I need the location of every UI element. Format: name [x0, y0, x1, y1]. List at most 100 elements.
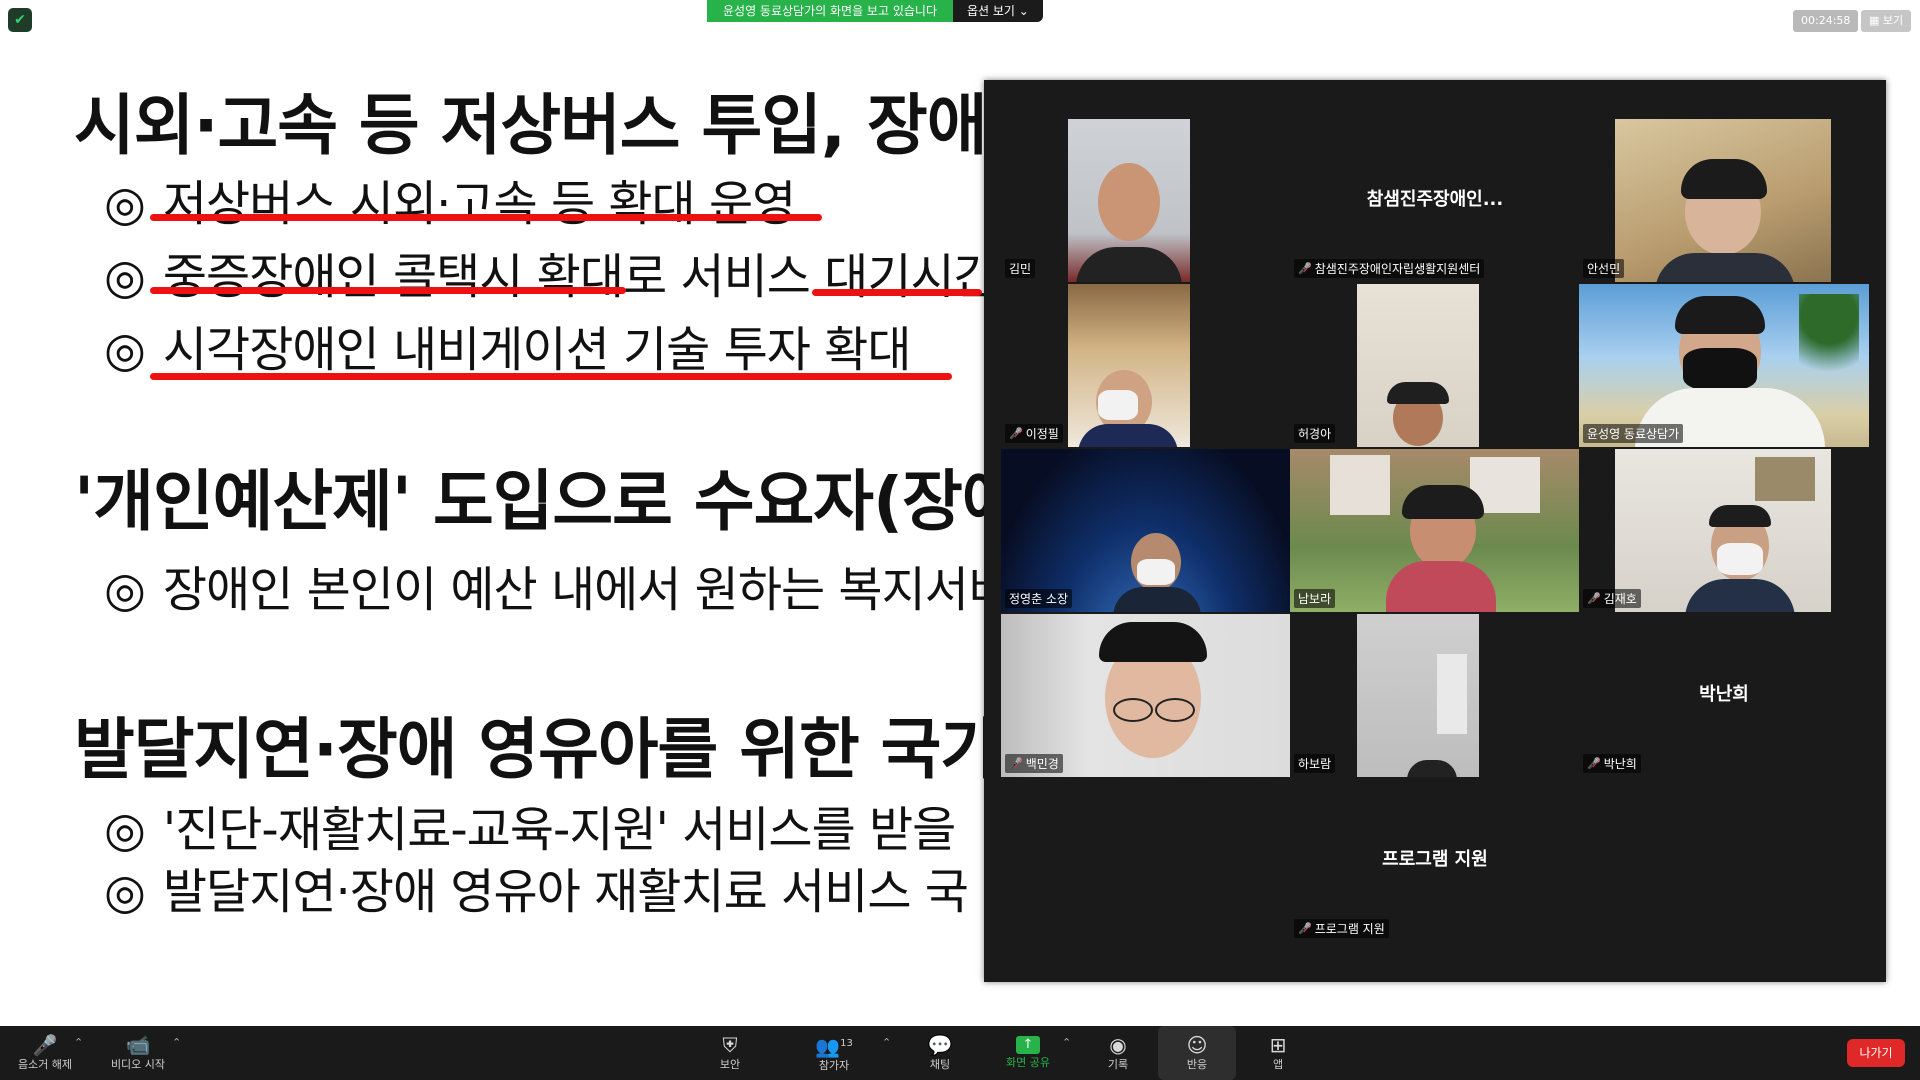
participant-tile[interactable]: 윤성영 동료상담가 [1579, 284, 1869, 447]
muted-mic-icon: 🎤 [32, 1033, 58, 1057]
participant-video [1357, 284, 1479, 447]
participant-tile[interactable]: 🎤̸ 백민경 [1001, 614, 1291, 777]
bullet-text: '진단-재활치료-교육-지원' 서비스를 받을 [162, 802, 956, 858]
muted-mic-icon: 🎤̸ [1298, 262, 1312, 275]
record-icon: ◉ [1109, 1033, 1127, 1057]
slide-bullet: ◎ 발달지연·장애 영유아 재활치료 서비스 국 [104, 852, 969, 922]
participant-video [1290, 449, 1580, 612]
participant-nameplate: 🎤̸ 프로그램 지원 [1294, 919, 1389, 938]
muted-mic-icon: 🎤̸ [1298, 922, 1312, 935]
slide-bullet: ◎ 시각장애인 내비게이션 기술 투자 확대 [104, 310, 912, 380]
unmute-label: 음소거 해제 [17, 1058, 73, 1071]
participant-tile[interactable]: 프로그램 지원 🎤̸ 프로그램 지원 [1290, 779, 1580, 942]
face-mask [1717, 543, 1763, 575]
unmute-button[interactable]: 🎤 음소거 해제 [8, 1026, 82, 1080]
participant-tile-active-speaker[interactable]: 남보라 [1290, 449, 1580, 612]
participant-nameplate: 하보람 [1294, 754, 1336, 773]
red-underline [150, 373, 952, 380]
view-options-button[interactable]: 옵션 보기 ⌄ [952, 0, 1043, 22]
meeting-toolbar: 🎤 음소거 해제 ⌃ 📹 비디오 시작 ⌃ ⛨ 보안 👥13 참가자 ⌃ 💬 채… [0, 1026, 1920, 1080]
bullet-text: 발달지연·장애 영유아 재활치료 서비스 국 [162, 864, 969, 920]
bullet-text: 중증장애인 콜택시 확대로 서비스 대기시간 [162, 249, 998, 305]
slide-heading-3: 발달지연·장애 영유아를 위한 국가 [74, 711, 1001, 788]
participants-chevron-icon[interactable]: ⌃ [882, 1036, 891, 1049]
security-label: 보안 [719, 1058, 741, 1071]
muted-mic-icon: 🎤̸ [1009, 757, 1023, 770]
participant-video [1357, 614, 1479, 777]
red-underline [812, 289, 982, 296]
muted-mic-icon: 🎤̸ [1587, 592, 1601, 605]
bullet-text: 장애인 본인이 예산 내에서 원하는 복지서비 [162, 562, 1012, 618]
red-underline [150, 287, 626, 294]
view-button[interactable]: ▦ 보기 [1861, 10, 1912, 32]
share-screen-button[interactable]: ↑ 화면 공유 [996, 1026, 1060, 1080]
participant-video [1615, 449, 1831, 612]
participant-tile[interactable]: 정영춘 소장 [1001, 449, 1291, 612]
bullet-marker: ◎ [104, 864, 146, 920]
participants-icon: 👥13 [815, 1034, 853, 1059]
bullet-marker: ◎ [104, 322, 146, 378]
audio-options-chevron-icon[interactable]: ⌃ [74, 1036, 83, 1049]
apps-icon: ⊞ [1269, 1033, 1287, 1057]
face-mask [1137, 559, 1175, 585]
bullet-marker: ◎ [104, 176, 146, 232]
participant-display-name: 참샘진주장애인... [1366, 189, 1504, 210]
bullet-marker: ◎ [104, 562, 146, 618]
participant-nameplate: 정영춘 소장 [1005, 589, 1073, 608]
participants-count: 13 [840, 1037, 853, 1049]
participant-nameplate: 김민 [1005, 259, 1036, 278]
chat-button[interactable]: 💬 채팅 [916, 1026, 964, 1080]
participant-video [1068, 119, 1190, 282]
encryption-shield-icon[interactable]: ✔ [8, 8, 32, 32]
start-video-label: 비디오 시작 [110, 1058, 166, 1071]
apps-label: 앱 [1272, 1058, 1284, 1071]
record-label: 기록 [1107, 1058, 1129, 1071]
start-video-button[interactable]: 📹 비디오 시작 [100, 1026, 176, 1080]
participant-tile[interactable]: 하보람 [1290, 614, 1580, 777]
slide-heading-2: '개인예산제' 도입으로 수요자(장애 [74, 463, 1023, 540]
share-banner-text: 윤성영 동료상담가의 화면을 보고 있습니다 [707, 0, 953, 22]
apps-button[interactable]: ⊞ 앱 [1254, 1026, 1302, 1080]
red-underline [150, 214, 822, 221]
participant-nameplate: 허경아 [1294, 424, 1336, 443]
participant-nameplate: 남보라 [1294, 589, 1336, 608]
shield-icon: ⛨ [722, 1033, 738, 1057]
face [1098, 163, 1160, 241]
security-button[interactable]: ⛨ 보안 [706, 1026, 754, 1080]
share-options-chevron-icon[interactable]: ⌃ [1062, 1036, 1071, 1049]
video-off-icon: 📹 [125, 1033, 151, 1057]
bullet-marker: ◎ [104, 249, 146, 305]
participants-label: 참가자 [818, 1059, 850, 1073]
participant-nameplate: 🎤̸ 이정필 [1005, 424, 1063, 443]
participant-video [1068, 284, 1190, 447]
slide-bullet: ◎ 장애인 본인이 예산 내에서 원하는 복지서비 [104, 550, 1012, 620]
record-button[interactable]: ◉ 기록 [1094, 1026, 1142, 1080]
participant-tile[interactable]: 🎤̸ 이정필 [1001, 284, 1291, 447]
participant-nameplate: 안선민 [1583, 259, 1625, 278]
participant-tile[interactable]: 박난희 🎤̸ 박난희 [1579, 614, 1869, 777]
participant-nameplate: 🎤̸ 박난희 [1583, 754, 1641, 773]
slide-bullet: ◎ 중증장애인 콜택시 확대로 서비스 대기시간 [104, 237, 998, 307]
bullet-marker: ◎ [104, 802, 146, 858]
video-options-chevron-icon[interactable]: ⌃ [172, 1036, 181, 1049]
participant-nameplate: 🎤̸ 백민경 [1005, 754, 1063, 773]
participant-video [1001, 449, 1291, 612]
participant-tile[interactable]: 🎤̸ 김재호 [1579, 449, 1869, 612]
participants-button[interactable]: 👥13 참가자 [804, 1026, 864, 1080]
participant-tile[interactable]: 안선민 [1579, 119, 1869, 282]
reactions-button[interactable]: ☺ 반응 [1158, 1026, 1236, 1080]
participant-tile[interactable]: 김민 [1001, 119, 1291, 282]
smiley-icon: ☺ [1186, 1033, 1208, 1057]
slide-bullet: ◎ '진단-재활치료-교육-지원' 서비스를 받을 [104, 790, 956, 860]
participant-tile[interactable]: 허경아 [1290, 284, 1580, 447]
participant-video [1579, 284, 1869, 447]
share-screen-icon: ↑ [1016, 1036, 1040, 1054]
bullet-text: 시각장애인 내비게이션 기술 투자 확대 [162, 322, 912, 378]
participant-gallery: 김민 참샘진주장애인... 🎤̸ 참샘진주장애인자립생활지원센터 안선민 🎤̸ 이정… [984, 80, 1886, 982]
participant-video [1001, 614, 1291, 777]
share-screen-label: 화면 공유 [1006, 1056, 1050, 1069]
participant-tile[interactable]: 참샘진주장애인... 🎤̸ 참샘진주장애인자립생활지원센터 [1290, 119, 1580, 282]
participant-nameplate: 🎤̸ 참샘진주장애인자립생활지원센터 [1294, 259, 1485, 278]
bullet-text: 저상버스 시외·고속 등 확대 운영 [162, 176, 796, 232]
leave-meeting-button[interactable]: 나가기 [1847, 1039, 1905, 1067]
